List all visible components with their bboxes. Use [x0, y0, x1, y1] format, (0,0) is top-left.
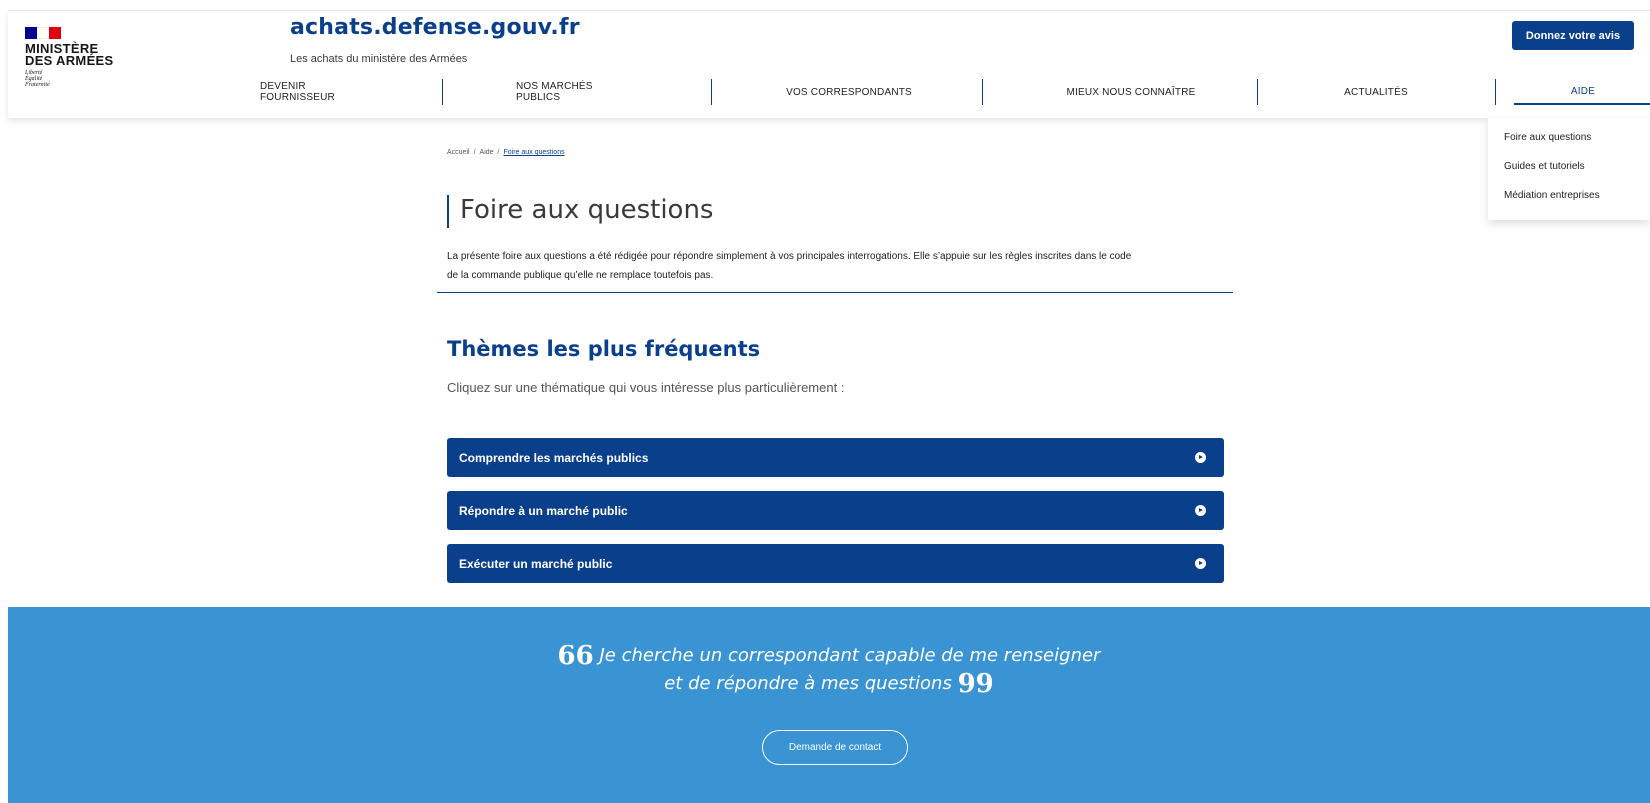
- nav-item-nos-marches-publics[interactable]: NOS MARCHÉS PUBLICS: [516, 79, 636, 105]
- nav-item-devenir-fournisseur[interactable]: DEVENIR FOURNISSEUR: [260, 79, 380, 105]
- open-quote-icon: 66: [557, 641, 594, 671]
- main-nav: DEVENIR FOURNISSEUR NOS MARCHÉS PUBLICS …: [260, 79, 1650, 105]
- nav-separator: [1257, 79, 1258, 105]
- nav-item-mieux-nous-connaitre[interactable]: MIEUX NOUS CONNAÎTRE: [1041, 79, 1221, 105]
- theme-button-repondre[interactable]: Répondre à un marché public: [447, 491, 1224, 530]
- contact-request-button[interactable]: Demande de contact: [762, 730, 908, 765]
- dropdown-item-faq[interactable]: Foire aux questions: [1488, 128, 1650, 157]
- quote-line: Je cherche un correspondant capable de m…: [599, 645, 1101, 666]
- arrow-right-icon: [1195, 505, 1206, 516]
- theme-label: Exécuter un marché public: [459, 556, 613, 571]
- dropdown-item-mediation[interactable]: Médiation entreprises: [1488, 186, 1650, 215]
- arrow-right-icon: [1195, 452, 1206, 463]
- intro-line: La présente foire aux questions a été ré…: [447, 251, 1132, 262]
- republic-motto: Liberté Égalité Fraternité: [25, 70, 50, 88]
- breadcrumb-section[interactable]: Aide: [480, 149, 494, 156]
- feedback-button[interactable]: Donnez votre avis: [1512, 21, 1634, 50]
- page-title: Foire aux questions: [447, 195, 713, 228]
- page: MINISTÈRE DES ARMÉES Liberté Égalité Fra…: [0, 0, 1650, 803]
- close-quote-icon: 99: [957, 669, 994, 699]
- theme-button-executer[interactable]: Exécuter un marché public: [447, 544, 1224, 583]
- french-flag-icon: [25, 27, 61, 39]
- site-header: MINISTÈRE DES ARMÉES Liberté Égalité Fra…: [8, 10, 1650, 118]
- site-tagline: Les achats du ministère des Armées: [290, 53, 468, 65]
- theme-label: Comprendre les marchés publics: [459, 450, 649, 465]
- nav-separator: [442, 79, 443, 105]
- nav-item-vos-correspondants[interactable]: VOS CORRESPONDANTS: [774, 79, 924, 105]
- contact-band: 66 Je cherche un correspondant capable d…: [8, 607, 1650, 803]
- nav-item-actualites[interactable]: ACTUALITÉS: [1316, 79, 1436, 105]
- theme-label: Répondre à un marché public: [459, 503, 628, 518]
- breadcrumb-separator: /: [497, 149, 500, 156]
- theme-button-comprendre[interactable]: Comprendre les marchés publics: [447, 438, 1224, 477]
- themes-subtitle: Cliquez sur une thématique qui vous inté…: [447, 380, 845, 395]
- intro-text: La présente foire aux questions a été ré…: [447, 247, 1227, 285]
- nav-separator: [982, 79, 983, 105]
- aide-dropdown-menu: Foire aux questions Guides et tutoriels …: [1488, 118, 1650, 220]
- nav-separator: [1495, 79, 1496, 105]
- site-title[interactable]: achats.defense.gouv.fr: [290, 15, 580, 40]
- intro-line: de la commande publique qu’elle ne rempl…: [447, 270, 714, 281]
- ministry-name: MINISTÈRE DES ARMÉES: [25, 41, 114, 68]
- contact-quote: 66 Je cherche un correspondant capable d…: [8, 642, 1650, 698]
- arrow-right-icon: [1195, 558, 1206, 569]
- breadcrumb-separator: /: [473, 149, 476, 156]
- breadcrumb-home[interactable]: Accueil: [447, 149, 470, 156]
- breadcrumb-current[interactable]: Foire aux questions: [504, 149, 565, 156]
- ministry-logo[interactable]: MINISTÈRE DES ARMÉES Liberté Égalité Fra…: [25, 27, 135, 88]
- breadcrumb: Accueil / Aide / Foire aux questions: [447, 149, 565, 156]
- divider: [437, 292, 1233, 293]
- nav-separator: [711, 79, 712, 105]
- nav-item-aide[interactable]: AIDE: [1514, 79, 1650, 105]
- themes-heading: Thèmes les plus fréquents: [447, 337, 761, 361]
- quote-line: et de répondre à mes questions: [664, 673, 952, 694]
- dropdown-item-guides[interactable]: Guides et tutoriels: [1488, 157, 1650, 186]
